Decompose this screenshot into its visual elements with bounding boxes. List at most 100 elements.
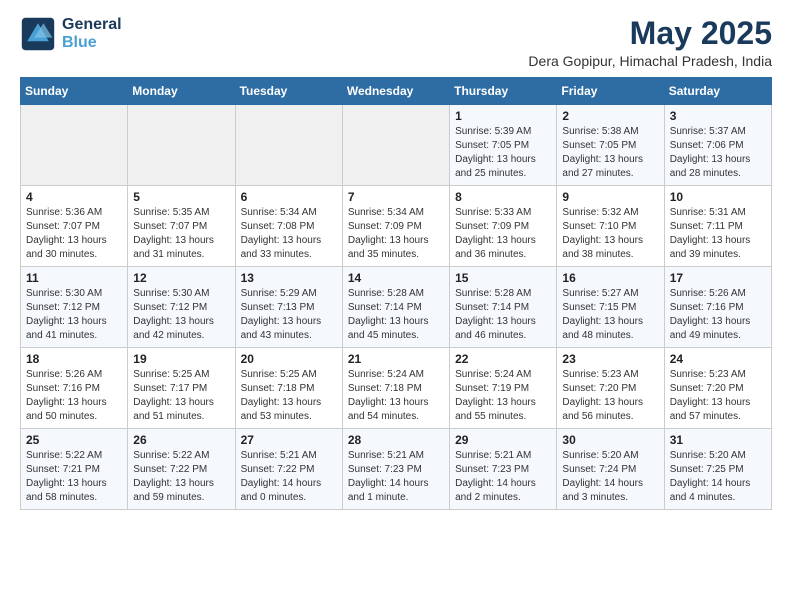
day-info: Sunrise: 5:39 AM Sunset: 7:05 PM Dayligh… [455, 125, 551, 181]
day-number: 6 [241, 190, 337, 204]
day-info: Sunrise: 5:21 AM Sunset: 7:22 PM Dayligh… [241, 449, 337, 505]
day-cell: 24 Sunrise: 5:23 AM Sunset: 7:20 PM Dayli… [664, 348, 771, 429]
day-number: 10 [670, 190, 766, 204]
day-number: 31 [670, 433, 766, 447]
day-number: 16 [562, 271, 658, 285]
day-number: 27 [241, 433, 337, 447]
day-info: Sunrise: 5:20 AM Sunset: 7:24 PM Dayligh… [562, 449, 658, 505]
day-number: 17 [670, 271, 766, 285]
calendar-body: 1 Sunrise: 5:39 AM Sunset: 7:05 PM Daylig… [21, 105, 772, 510]
week-row-3: 11 Sunrise: 5:30 AM Sunset: 7:12 PM Dayli… [21, 267, 772, 348]
week-row-1: 1 Sunrise: 5:39 AM Sunset: 7:05 PM Daylig… [21, 105, 772, 186]
day-cell: 22 Sunrise: 5:24 AM Sunset: 7:19 PM Dayli… [450, 348, 557, 429]
day-cell: 2Sunrise: 5:38 AM Sunset: 7:05 PM Daylig… [557, 105, 664, 186]
day-number: 14 [348, 271, 444, 285]
day-info: Sunrise: 5:36 AM Sunset: 7:07 PM Dayligh… [26, 206, 122, 262]
day-cell: 6 Sunrise: 5:34 AM Sunset: 7:08 PM Daylig… [235, 186, 342, 267]
day-number: 7 [348, 190, 444, 204]
header: General Blue May 2025 Dera Gopipur, Hima… [20, 16, 772, 69]
day-number: 24 [670, 352, 766, 366]
calendar-header: Sunday Monday Tuesday Wednesday Thursday… [21, 78, 772, 105]
logo-text: General Blue [62, 16, 122, 52]
day-info: Sunrise: 5:34 AM Sunset: 7:08 PM Dayligh… [241, 206, 337, 262]
day-info: Sunrise: 5:28 AM Sunset: 7:14 PM Dayligh… [455, 287, 551, 343]
day-info: Sunrise: 5:33 AM Sunset: 7:09 PM Dayligh… [455, 206, 551, 262]
col-friday: Friday [557, 78, 664, 105]
day-number: 26 [133, 433, 229, 447]
logo: General Blue [20, 16, 122, 52]
weekday-row: Sunday Monday Tuesday Wednesday Thursday… [21, 78, 772, 105]
day-cell [21, 105, 128, 186]
day-info: Sunrise: 5:26 AM Sunset: 7:16 PM Dayligh… [26, 368, 122, 424]
day-info: Sunrise: 5:24 AM Sunset: 7:19 PM Dayligh… [455, 368, 551, 424]
day-number: 20 [241, 352, 337, 366]
day-info: Sunrise: 5:26 AM Sunset: 7:16 PM Dayligh… [670, 287, 766, 343]
day-info: Sunrise: 5:23 AM Sunset: 7:20 PM Dayligh… [670, 368, 766, 424]
day-cell: 5Sunrise: 5:35 AM Sunset: 7:07 PM Daylig… [128, 186, 235, 267]
day-info: Sunrise: 5:28 AM Sunset: 7:14 PM Dayligh… [348, 287, 444, 343]
day-cell [342, 105, 449, 186]
day-number: 29 [455, 433, 551, 447]
day-info: Sunrise: 5:23 AM Sunset: 7:20 PM Dayligh… [562, 368, 658, 424]
day-cell: 4 Sunrise: 5:36 AM Sunset: 7:07 PM Daylig… [21, 186, 128, 267]
day-cell [128, 105, 235, 186]
day-cell: 19Sunrise: 5:25 AM Sunset: 7:17 PM Dayli… [128, 348, 235, 429]
calendar-table: Sunday Monday Tuesday Wednesday Thursday… [20, 77, 772, 510]
day-number: 5 [133, 190, 229, 204]
day-cell: 31 Sunrise: 5:20 AM Sunset: 7:25 PM Dayli… [664, 429, 771, 510]
day-number: 25 [26, 433, 122, 447]
day-cell: 18 Sunrise: 5:26 AM Sunset: 7:16 PM Dayli… [21, 348, 128, 429]
day-cell: 15Sunrise: 5:28 AM Sunset: 7:14 PM Dayli… [450, 267, 557, 348]
day-cell: 8 Sunrise: 5:33 AM Sunset: 7:09 PM Daylig… [450, 186, 557, 267]
day-number: 12 [133, 271, 229, 285]
day-info: Sunrise: 5:37 AM Sunset: 7:06 PM Dayligh… [670, 125, 766, 181]
day-info: Sunrise: 5:34 AM Sunset: 7:09 PM Dayligh… [348, 206, 444, 262]
day-cell: 14 Sunrise: 5:28 AM Sunset: 7:14 PM Dayli… [342, 267, 449, 348]
day-cell: 27 Sunrise: 5:21 AM Sunset: 7:22 PM Dayli… [235, 429, 342, 510]
day-number: 30 [562, 433, 658, 447]
day-info: Sunrise: 5:21 AM Sunset: 7:23 PM Dayligh… [348, 449, 444, 505]
day-number: 8 [455, 190, 551, 204]
day-number: 9 [562, 190, 658, 204]
day-number: 1 [455, 109, 551, 123]
col-saturday: Saturday [664, 78, 771, 105]
day-number: 23 [562, 352, 658, 366]
day-number: 4 [26, 190, 122, 204]
day-number: 3 [670, 109, 766, 123]
day-cell: 21 Sunrise: 5:24 AM Sunset: 7:18 PM Dayli… [342, 348, 449, 429]
day-cell [235, 105, 342, 186]
logo-icon [20, 16, 56, 52]
day-number: 22 [455, 352, 551, 366]
day-info: Sunrise: 5:38 AM Sunset: 7:05 PM Dayligh… [562, 125, 658, 181]
day-info: Sunrise: 5:24 AM Sunset: 7:18 PM Dayligh… [348, 368, 444, 424]
day-cell: 20Sunrise: 5:25 AM Sunset: 7:18 PM Dayli… [235, 348, 342, 429]
day-number: 18 [26, 352, 122, 366]
day-cell: 10Sunrise: 5:31 AM Sunset: 7:11 PM Dayli… [664, 186, 771, 267]
col-tuesday: Tuesday [235, 78, 342, 105]
day-info: Sunrise: 5:30 AM Sunset: 7:12 PM Dayligh… [133, 287, 229, 343]
day-cell: 9Sunrise: 5:32 AM Sunset: 7:10 PM Daylig… [557, 186, 664, 267]
title-block: May 2025 Dera Gopipur, Himachal Pradesh,… [528, 16, 772, 69]
day-number: 21 [348, 352, 444, 366]
week-row-4: 18 Sunrise: 5:26 AM Sunset: 7:16 PM Dayli… [21, 348, 772, 429]
page: General Blue May 2025 Dera Gopipur, Hima… [0, 0, 792, 526]
day-info: Sunrise: 5:30 AM Sunset: 7:12 PM Dayligh… [26, 287, 122, 343]
day-cell: 16Sunrise: 5:27 AM Sunset: 7:15 PM Dayli… [557, 267, 664, 348]
day-info: Sunrise: 5:22 AM Sunset: 7:21 PM Dayligh… [26, 449, 122, 505]
day-number: 28 [348, 433, 444, 447]
day-cell: 1 Sunrise: 5:39 AM Sunset: 7:05 PM Daylig… [450, 105, 557, 186]
day-info: Sunrise: 5:20 AM Sunset: 7:25 PM Dayligh… [670, 449, 766, 505]
day-cell: 17 Sunrise: 5:26 AM Sunset: 7:16 PM Dayli… [664, 267, 771, 348]
week-row-2: 4 Sunrise: 5:36 AM Sunset: 7:07 PM Daylig… [21, 186, 772, 267]
day-cell: 23 Sunrise: 5:23 AM Sunset: 7:20 PM Dayli… [557, 348, 664, 429]
day-info: Sunrise: 5:25 AM Sunset: 7:17 PM Dayligh… [133, 368, 229, 424]
day-info: Sunrise: 5:22 AM Sunset: 7:22 PM Dayligh… [133, 449, 229, 505]
month-title: May 2025 [528, 16, 772, 51]
day-cell: 12 Sunrise: 5:30 AM Sunset: 7:12 PM Dayli… [128, 267, 235, 348]
day-cell: 13Sunrise: 5:29 AM Sunset: 7:13 PM Dayli… [235, 267, 342, 348]
day-cell: 26 Sunrise: 5:22 AM Sunset: 7:22 PM Dayli… [128, 429, 235, 510]
day-number: 11 [26, 271, 122, 285]
week-row-5: 25 Sunrise: 5:22 AM Sunset: 7:21 PM Dayli… [21, 429, 772, 510]
day-info: Sunrise: 5:29 AM Sunset: 7:13 PM Dayligh… [241, 287, 337, 343]
col-wednesday: Wednesday [342, 78, 449, 105]
